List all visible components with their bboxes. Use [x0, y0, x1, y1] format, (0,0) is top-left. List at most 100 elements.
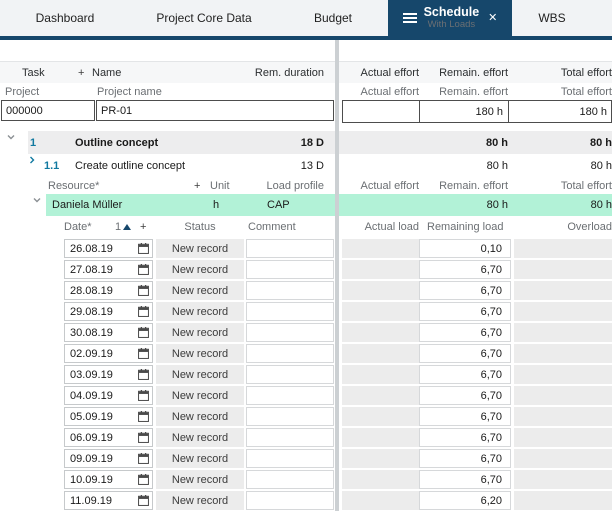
remaining-load-input[interactable]	[420, 324, 506, 341]
add-load-record-button[interactable]: +	[140, 216, 146, 238]
date-input[interactable]: 27.08.19	[64, 260, 153, 279]
project-actual-effort-cell[interactable]	[343, 101, 420, 122]
comment-cell	[246, 449, 334, 468]
status-cell: New record	[156, 407, 244, 426]
date-input[interactable]: 04.09.19	[64, 386, 153, 405]
calendar-icon[interactable]	[138, 369, 149, 380]
collapse-chevron-down-icon[interactable]	[5, 131, 17, 143]
remaining-load-input[interactable]	[420, 282, 506, 299]
remaining-load-cell	[419, 302, 511, 321]
task-number-link[interactable]: 1	[30, 131, 36, 154]
tab-schedule[interactable]: Schedule With Loads ✕	[388, 0, 512, 36]
actual-load-cell	[342, 428, 419, 447]
date-input[interactable]: 29.08.19	[64, 302, 153, 321]
calendar-icon[interactable]	[138, 264, 149, 275]
overload-cell	[514, 323, 612, 342]
calendar-icon[interactable]	[138, 243, 149, 254]
remaining-load-cell	[419, 449, 511, 468]
tab-budget[interactable]: Budget	[278, 0, 388, 36]
resource-unit: h	[213, 194, 219, 216]
calendar-icon[interactable]	[138, 453, 149, 464]
date-value: 26.08.19	[70, 243, 138, 255]
collapse-chevron-down-icon[interactable]	[31, 194, 43, 206]
close-icon[interactable]: ✕	[488, 11, 497, 24]
sort-indicator[interactable]: 1	[115, 216, 131, 238]
col-total-effort: Total effort	[508, 62, 612, 83]
remaining-load-input[interactable]	[420, 387, 506, 404]
date-value: 11.09.19	[70, 495, 138, 507]
remaining-load-input[interactable]	[420, 492, 506, 509]
comment-cell	[246, 386, 334, 405]
date-input[interactable]: 28.08.19	[64, 281, 153, 300]
comment-input[interactable]	[247, 303, 333, 320]
comment-input[interactable]	[247, 450, 333, 467]
project-name-input[interactable]	[96, 100, 334, 121]
calendar-icon[interactable]	[138, 432, 149, 443]
calendar-icon[interactable]	[138, 495, 149, 506]
comment-input[interactable]	[247, 261, 333, 278]
date-input[interactable]: 30.08.19	[64, 323, 153, 342]
date-input[interactable]: 09.09.19	[64, 449, 153, 468]
load-row: 11.09.19 New record	[0, 490, 612, 511]
date-value: 30.08.19	[70, 327, 138, 339]
comment-input[interactable]	[247, 387, 333, 404]
calendar-icon[interactable]	[138, 285, 149, 296]
expand-chevron-right-icon[interactable]	[26, 154, 38, 166]
comment-input[interactable]	[247, 324, 333, 341]
tab-dashboard[interactable]: Dashboard	[0, 0, 130, 36]
remaining-load-cell	[419, 386, 511, 405]
task-total-effort: 80 h	[508, 154, 612, 177]
calendar-icon[interactable]	[138, 474, 149, 485]
comment-input[interactable]	[247, 366, 333, 383]
remaining-load-input[interactable]	[420, 408, 506, 425]
task-row-1[interactable]: 1 Outline concept 18 D 80 h 80 h	[0, 131, 612, 154]
load-row: 26.08.19 New record	[0, 238, 612, 259]
calendar-icon[interactable]	[138, 306, 149, 317]
date-input[interactable]: 02.09.19	[64, 344, 153, 363]
project-effort-group: 180 h 180 h	[342, 100, 612, 123]
comment-input[interactable]	[247, 492, 333, 509]
comment-input[interactable]	[247, 408, 333, 425]
remaining-load-cell	[419, 260, 511, 279]
project-remain-effort-cell[interactable]: 180 h	[420, 101, 509, 122]
date-input[interactable]: 05.09.19	[64, 407, 153, 426]
calendar-icon[interactable]	[138, 411, 149, 422]
calendar-icon[interactable]	[138, 390, 149, 401]
tab-sublabel: With Loads	[428, 20, 476, 31]
menu-icon[interactable]	[403, 13, 417, 23]
tab-label: Schedule	[424, 5, 480, 19]
date-input[interactable]: 26.08.19	[64, 239, 153, 258]
calendar-icon[interactable]	[138, 327, 149, 338]
remaining-load-input[interactable]	[420, 366, 506, 383]
col-total-effort: Total effort	[508, 177, 612, 194]
remaining-load-input[interactable]	[420, 261, 506, 278]
resource-remain-effort: 80 h	[419, 194, 513, 216]
remaining-load-input[interactable]	[420, 429, 506, 446]
remaining-load-input[interactable]	[420, 471, 506, 488]
add-task-button[interactable]: +	[78, 62, 84, 83]
calendar-icon[interactable]	[138, 348, 149, 359]
comment-input[interactable]	[247, 471, 333, 488]
add-resource-button[interactable]: +	[194, 177, 200, 194]
remaining-load-input[interactable]	[420, 303, 506, 320]
date-input[interactable]: 06.09.19	[64, 428, 153, 447]
label-total-effort: Total effort	[508, 83, 612, 100]
comment-input[interactable]	[247, 429, 333, 446]
comment-input[interactable]	[247, 345, 333, 362]
resource-row-selected[interactable]: Daniela Müller h CAP 80 h 80 h	[0, 194, 612, 216]
remaining-load-cell	[419, 344, 511, 363]
date-input[interactable]: 10.09.19	[64, 470, 153, 489]
comment-input[interactable]	[247, 240, 333, 257]
comment-input[interactable]	[247, 282, 333, 299]
task-row-1-1[interactable]: 1.1 Create outline concept 13 D 80 h 80 …	[0, 154, 612, 177]
remaining-load-input[interactable]	[420, 450, 506, 467]
date-input[interactable]: 11.09.19	[64, 491, 153, 510]
remaining-load-input[interactable]	[420, 345, 506, 362]
remaining-load-input[interactable]	[420, 240, 506, 257]
tab-wbs[interactable]: WBS	[512, 0, 592, 36]
tab-project-core-data[interactable]: Project Core Data	[130, 0, 278, 36]
task-number-link[interactable]: 1.1	[44, 154, 59, 177]
col-remain-effort: Remain. effort	[419, 62, 513, 83]
date-input[interactable]: 03.09.19	[64, 365, 153, 384]
project-id-input[interactable]	[1, 100, 95, 121]
